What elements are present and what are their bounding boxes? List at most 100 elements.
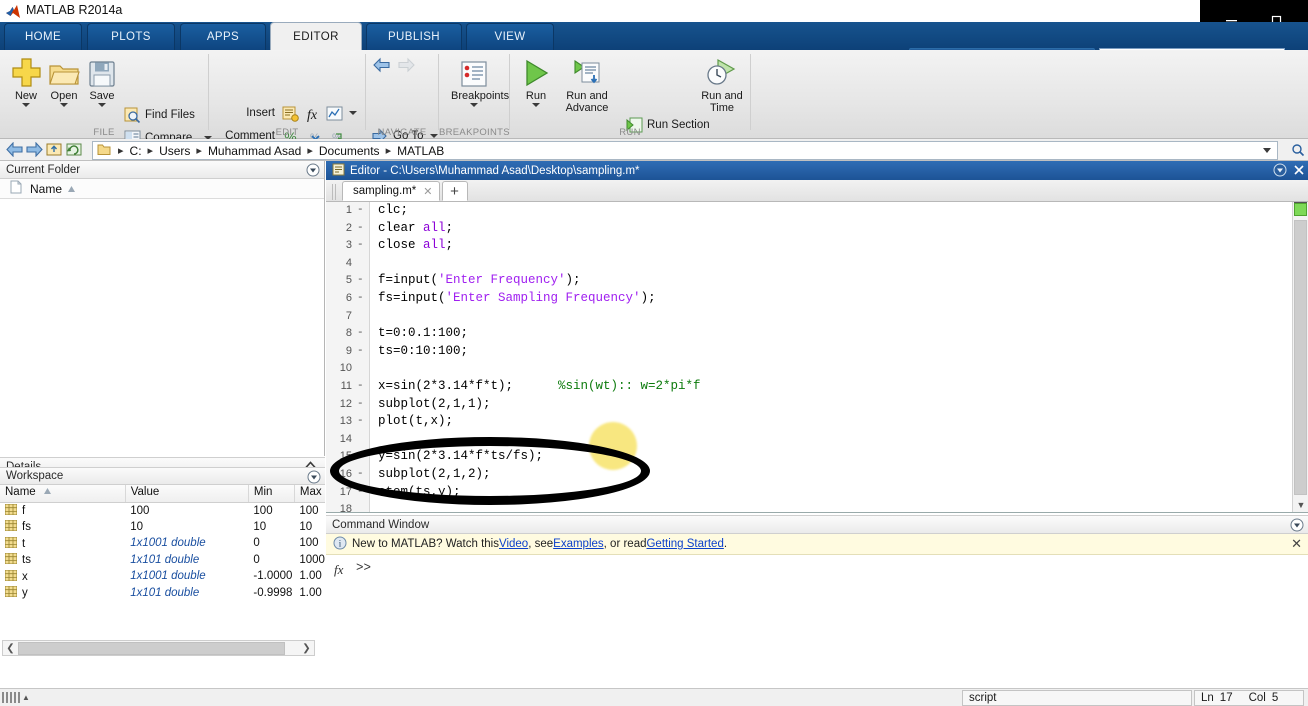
breadcrumb-item-2[interactable]: Muhammad Asad (206, 144, 303, 158)
editor-tab-label: sampling.m* (353, 185, 417, 197)
panel-menu-icon[interactable] (306, 163, 320, 180)
code-line-text: y=sin(2*3.14*f*ts/fs); (378, 449, 544, 464)
address-search-icon[interactable] (1291, 143, 1305, 160)
ribbon-tab-bar: HOME PLOTS APPS EDITOR PUBLISH VIEW (0, 22, 1308, 68)
insert-function-icon[interactable]: fx (301, 104, 323, 124)
current-folder-file-list[interactable] (0, 199, 324, 451)
scrollbar-thumb[interactable] (1294, 220, 1307, 495)
code-editor-area[interactable]: 1- clc; 2- clear all; 3- close all; 4 5- f=i… (326, 202, 1308, 513)
video-link[interactable]: Video (499, 538, 528, 550)
tab-editor[interactable]: EDITOR (270, 22, 362, 50)
editor-tab-sampling[interactable]: sampling.m* ✕ (342, 181, 440, 201)
chevron-down-icon[interactable] (349, 111, 357, 115)
tab-plots[interactable]: PLOTS (87, 23, 175, 50)
path-breadcrumb-bar[interactable]: ▸ C: ▸ Users ▸ Muhammad Asad ▸ Documents… (92, 141, 1278, 160)
back-arrow-icon[interactable] (4, 140, 24, 160)
scroll-right-icon[interactable]: ❯ (299, 643, 314, 654)
panel-menu-icon[interactable] (1290, 518, 1304, 535)
tab-apps[interactable]: APPS (180, 23, 266, 50)
workspace-col-min[interactable]: Min (248, 483, 295, 503)
table-row[interactable]: y 1x101 double -0.9998 1.00 (0, 585, 325, 602)
workspace-var-value: 100 (130, 504, 150, 517)
current-folder-title: Current Folder (6, 163, 81, 176)
chevron-down-icon[interactable] (22, 103, 30, 107)
breadcrumb-item-1[interactable]: Users (157, 144, 192, 158)
insert-block-icon[interactable] (279, 104, 301, 124)
getting-started-link[interactable]: Getting Started (646, 538, 723, 550)
notice-mid2: , or read (603, 538, 647, 550)
command-window-notice: i New to MATLAB? Watch this Video , see … (326, 534, 1308, 555)
chevron-down-icon[interactable] (532, 103, 540, 107)
workspace-var-value: 10 (130, 520, 143, 533)
command-window-panel: Command Window i New to MATLAB? Watch th… (326, 515, 1308, 690)
code-line: 5- f=input('Enter Frequency'); (326, 272, 1308, 290)
new-tab-button[interactable]: + (441, 181, 468, 201)
status-expand-icon[interactable]: ▲ (22, 693, 30, 702)
workspace-var-value: 1x101 double (130, 553, 200, 566)
forward-arrow-icon[interactable] (24, 140, 44, 160)
panel-menu-icon[interactable] (307, 470, 321, 487)
back-arrow-icon[interactable] (370, 55, 394, 75)
examples-link[interactable]: Examples (553, 538, 604, 550)
code-analyzer-status-indicator[interactable] (1294, 203, 1307, 216)
function-browser-icon[interactable]: fx (334, 562, 343, 578)
table-row[interactable]: fs 10 10 10 (0, 519, 325, 536)
table-row[interactable]: t 1x1001 double 0 100 (0, 535, 325, 552)
run-button[interactable]: Run (513, 56, 559, 107)
current-folder-name-column: Name (30, 181, 63, 196)
table-row[interactable]: ts 1x101 double 0 1000 (0, 552, 325, 569)
chevron-down-icon[interactable] (60, 103, 68, 107)
insert-figure-icon[interactable] (323, 104, 345, 124)
close-icon[interactable]: ✕ (423, 185, 432, 198)
find-files-button[interactable]: Find Files (122, 104, 195, 126)
workspace-var-value: 1x1001 double (130, 570, 206, 583)
code-line: 11- x=sin(2*3.14*f*t); %sin(wt):: w=2*pi*… (326, 378, 1308, 396)
panel-menu-icon[interactable] (1273, 163, 1287, 180)
workspace-col-value[interactable]: Value (125, 483, 249, 503)
command-window-input-area[interactable]: fx >> (326, 555, 1308, 688)
workspace-col-name[interactable]: Name (0, 483, 126, 503)
editor-panel: Editor - C:\Users\Muhammad Asad\Desktop\… (326, 161, 1308, 513)
breakpoints-label: Breakpoints (451, 90, 510, 102)
workspace-var-max: 100 (299, 504, 319, 517)
forward-arrow-icon (394, 55, 418, 75)
workspace-horizontal-scrollbar[interactable]: ❮ ❯ (2, 640, 315, 656)
breadcrumb-item-4[interactable]: MATLAB (395, 144, 446, 158)
status-col-label: Col (1248, 691, 1266, 704)
up-folder-icon[interactable] (44, 140, 64, 160)
resize-grip-icon[interactable] (2, 690, 20, 705)
editor-vertical-scrollbar[interactable]: ▲ ▼ (1292, 202, 1308, 512)
current-folder-column-header[interactable]: Name (0, 179, 324, 199)
tab-view[interactable]: VIEW (466, 23, 554, 50)
ribbon-group-run: Run Run and Advance Run Section Advanc (510, 50, 750, 156)
table-row[interactable]: f 100 100 100 (0, 502, 325, 519)
scrollbar-thumb[interactable] (18, 641, 285, 655)
chevron-down-icon[interactable] (98, 103, 106, 107)
notice-mid1: , see (528, 538, 554, 550)
breakpoints-button[interactable]: Breakpoints (451, 56, 510, 107)
workspace-variables-table[interactable]: Name Value Min Max f 100 100 100 fs 10 1… (0, 483, 325, 601)
chevron-down-icon[interactable] (470, 103, 478, 107)
tab-publish[interactable]: PUBLISH (366, 23, 462, 50)
scroll-left-icon[interactable]: ❮ (3, 643, 18, 654)
breadcrumb-item-0[interactable]: C: (128, 144, 144, 158)
run-and-time-button[interactable]: Run and Time (694, 56, 750, 114)
code-line-text: clear all; (378, 220, 454, 235)
workspace-var-min: 0 (253, 537, 260, 550)
find-files-label: Find Files (145, 109, 195, 121)
tab-strip-grip[interactable] (332, 184, 338, 200)
table-row[interactable]: x 1x1001 double -1.0000 1.00 (0, 568, 325, 585)
close-icon[interactable] (1293, 164, 1305, 179)
save-button[interactable]: Save (79, 56, 125, 107)
code-line: 2- clear all; (326, 220, 1308, 238)
breadcrumb-item-3[interactable]: Documents (317, 144, 382, 158)
tab-home[interactable]: HOME (4, 23, 82, 50)
chevron-down-icon[interactable] (1261, 144, 1273, 159)
code-line: 17- stem(ts,y); (326, 484, 1308, 502)
scroll-down-icon[interactable]: ▼ (1293, 497, 1308, 512)
close-icon[interactable]: ✕ (1291, 537, 1302, 550)
workspace-var-name: f (0, 502, 125, 519)
refresh-icon[interactable] (64, 140, 84, 160)
run-and-advance-button[interactable]: Run and Advance (554, 56, 620, 114)
info-icon: i (333, 536, 347, 553)
